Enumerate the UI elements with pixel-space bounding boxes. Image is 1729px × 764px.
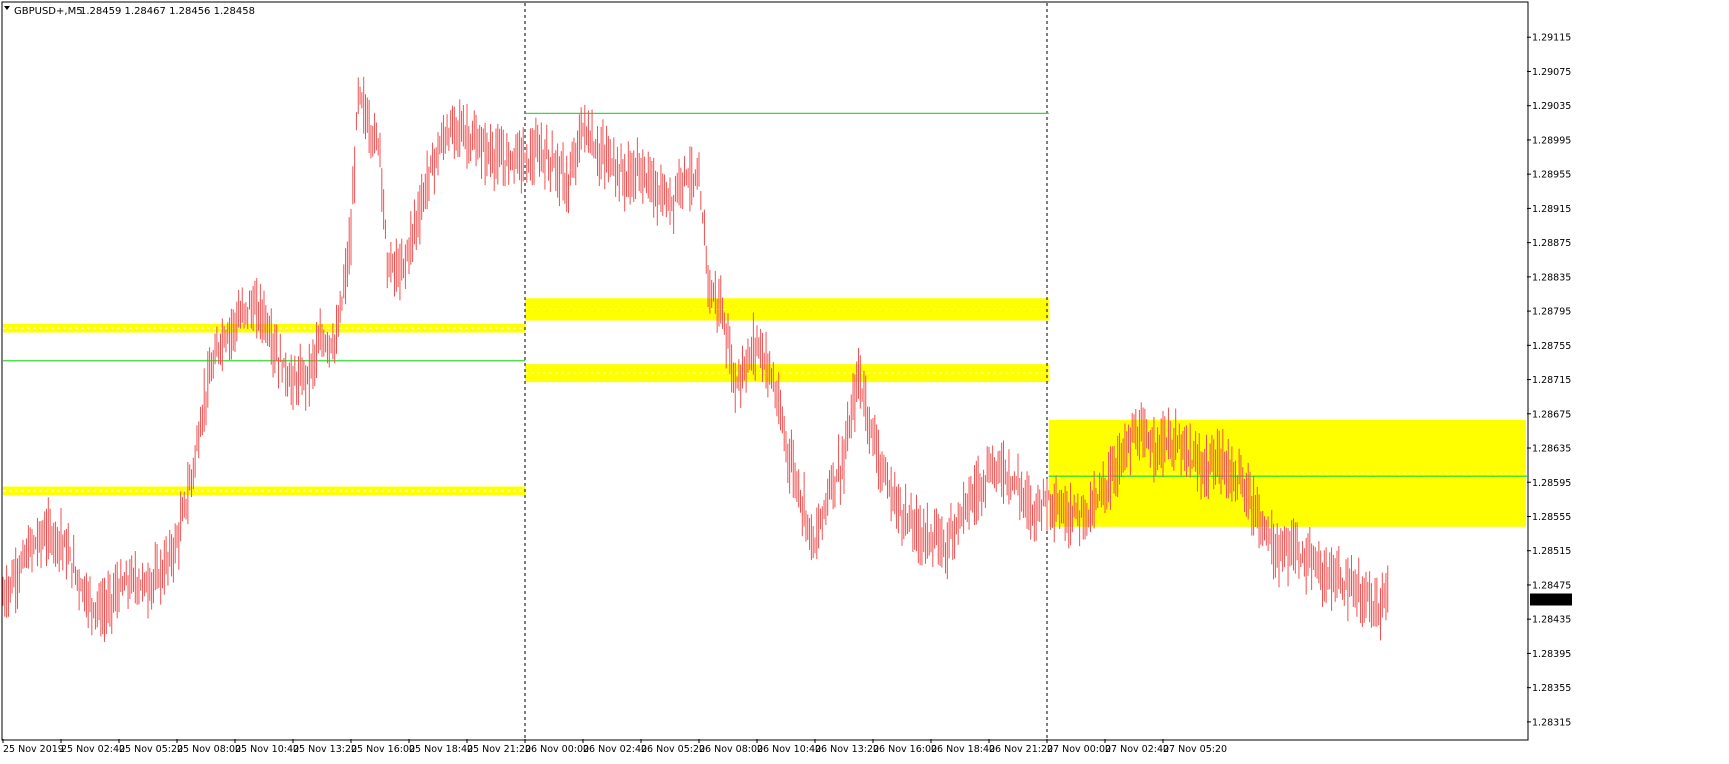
price-tick-label: 1.28915	[1532, 204, 1571, 215]
price-tick-label: 1.28395	[1532, 649, 1571, 660]
time-tick-label: 25 Nov 21:20	[467, 744, 531, 755]
price-tick-label: 1.29035	[1532, 101, 1571, 112]
price-tick-label: 1.28715	[1532, 375, 1571, 386]
time-tick-label: 26 Nov 00:00	[525, 744, 589, 755]
price-tick-label: 1.28995	[1532, 135, 1571, 146]
price-tick-label: 1.28475	[1532, 580, 1571, 591]
current-price-tag: 1.28458	[1530, 593, 1572, 606]
price-tick-label: 1.29075	[1532, 67, 1571, 78]
price-tick-label: 1.28755	[1532, 341, 1571, 352]
time-tick-label: 26 Nov 08:00	[699, 744, 763, 755]
time-tick-label: 25 Nov 2019	[3, 744, 64, 755]
time-tick-label: 25 Nov 08:00	[177, 744, 241, 755]
price-tick-label: 1.29115	[1532, 33, 1571, 44]
chart-window[interactable]: 1.29115 1.29075 1.29035 1.28995 1.28955 1.289…	[0, 0, 1729, 760]
time-tick-label: 27 Nov 00:00	[1047, 744, 1111, 755]
time-tick-label: 26 Nov 05:20	[641, 744, 705, 755]
price-tick-label: 1.28875	[1532, 238, 1571, 249]
time-tick-label: 25 Nov 18:40	[409, 744, 473, 755]
time-tick-label: 26 Nov 16:00	[873, 744, 937, 755]
price-tick-label: 1.28555	[1532, 512, 1571, 523]
time-tick-label: 25 Nov 13:20	[293, 744, 357, 755]
ohlc-values: 1.28459 1.28467 1.28456 1.28458	[80, 6, 255, 17]
price-tick-label: 1.28635	[1532, 444, 1571, 455]
price-tick-label: 1.28515	[1532, 546, 1571, 557]
time-axis: 25 Nov 201925 Nov 02:4025 Nov 05:2025 No…	[2, 739, 1227, 755]
price-tick-label: 1.28355	[1532, 683, 1571, 694]
price-tick-label: 1.28835	[1532, 272, 1571, 283]
price-axis: 1.29115 1.29075 1.29035 1.28995 1.28955 1.289…	[1527, 33, 1571, 728]
price-tick-label: 1.28595	[1532, 478, 1571, 489]
price-tick-label: 1.28435	[1532, 615, 1571, 626]
time-tick-label: 25 Nov 02:40	[61, 744, 125, 755]
price-tick-label: 1.28315	[1532, 717, 1571, 728]
current-price-label: 1.28458	[1533, 595, 1572, 606]
symbol-label: GBPUSD+,M5	[14, 6, 83, 17]
time-tick-label: 27 Nov 02:40	[1105, 744, 1169, 755]
candles-layer	[2, 76, 1389, 642]
time-tick-label: 26 Nov 13:20	[815, 744, 879, 755]
symbol-dropdown-icon[interactable]	[4, 6, 10, 10]
time-tick-label: 26 Nov 02:40	[583, 744, 647, 755]
time-tick-label: 26 Nov 21:20	[989, 744, 1053, 755]
time-tick-label: 25 Nov 10:40	[235, 744, 299, 755]
time-tick-label: 25 Nov 16:00	[351, 744, 415, 755]
price-chart[interactable]: 1.29115 1.29075 1.29035 1.28995 1.28955 1.289…	[0, 0, 1729, 760]
time-tick-label: 27 Nov 05:20	[1163, 744, 1227, 755]
time-tick-label: 26 Nov 10:40	[757, 744, 821, 755]
zone-4	[1048, 419, 1526, 527]
price-tick-label: 1.28795	[1532, 307, 1571, 318]
price-tick-label: 1.28955	[1532, 170, 1571, 181]
time-tick-label: 25 Nov 05:20	[119, 744, 183, 755]
time-tick-label: 26 Nov 18:40	[931, 744, 995, 755]
price-tick-label: 1.28675	[1532, 409, 1571, 420]
